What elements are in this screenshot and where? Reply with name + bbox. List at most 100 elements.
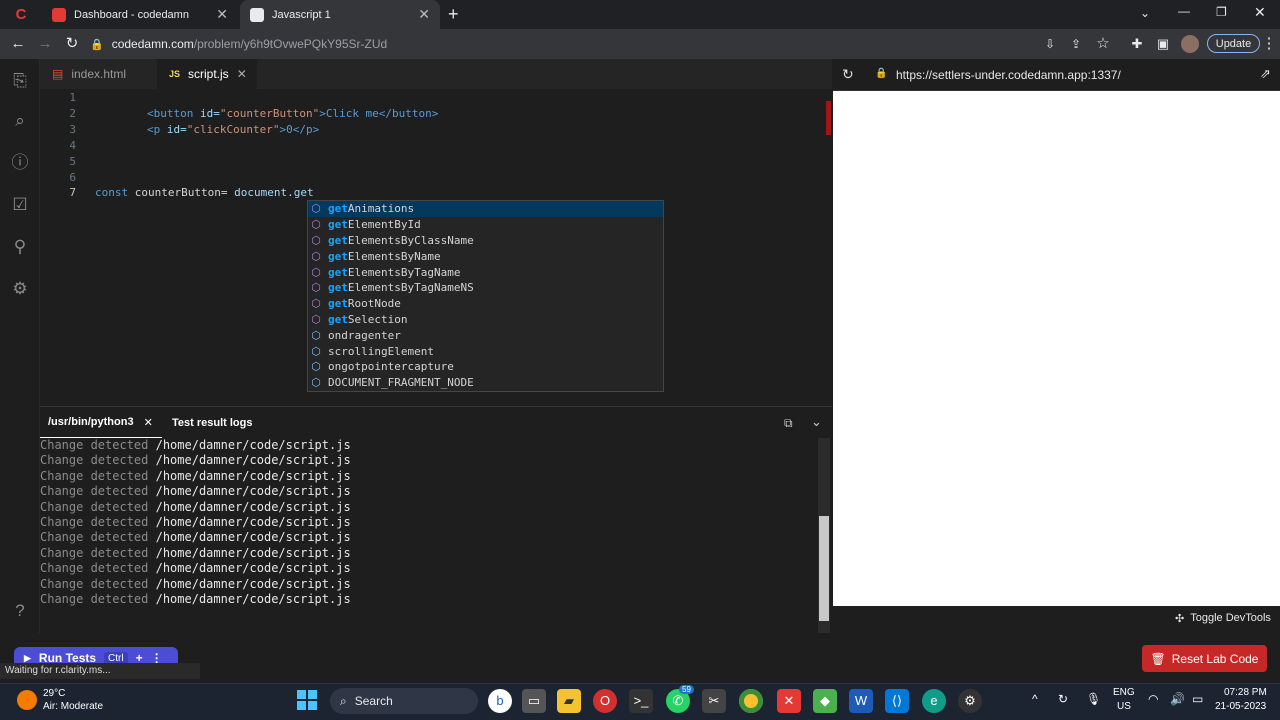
bookmark-star-icon[interactable]: ☆ (1092, 33, 1114, 55)
attr-value: "clickCounter" (186, 123, 280, 136)
update-button[interactable]: Update (1207, 34, 1260, 53)
sync-icon[interactable]: ↻ (1058, 692, 1068, 706)
github-desktop-icon[interactable]: ⚙ (958, 689, 982, 713)
tab-search-icon[interactable]: ⌄ (1140, 6, 1150, 20)
lock-icon: 🔒 (875, 68, 888, 79)
autocomplete-popup[interactable]: ⬡ getAnimations ⬡ getElementById ⬡ getElement… (307, 200, 664, 392)
profile-avatar[interactable] (1181, 35, 1199, 53)
preview-frame[interactable] (833, 91, 1280, 606)
suggestion-item[interactable]: ⬡ ongotpointercapture (308, 359, 663, 375)
tab-script-js[interactable]: JS script.js ✕ (157, 59, 257, 89)
tag-open: <button (147, 107, 200, 120)
close-window-icon[interactable]: ✕ (1254, 4, 1266, 21)
wifi-icon[interactable]: ◠ (1148, 692, 1158, 706)
language-region[interactable]: US (1117, 701, 1131, 712)
settings-gear-icon[interactable]: ⚙ (9, 278, 31, 300)
microphone-icon[interactable]: 🎙 (1086, 692, 1101, 706)
file-explorer-icon[interactable]: ▰ (557, 689, 581, 713)
checklist-icon[interactable]: ☑ (9, 194, 31, 216)
windows-start-icon[interactable] (297, 690, 317, 710)
vscode-icon[interactable]: ⟨⟩ (885, 689, 909, 713)
suggestion-item[interactable]: ⬡ getAnimations (308, 201, 663, 217)
suggestion-item[interactable]: ⬡ getElementsByTagName (308, 264, 663, 280)
suggestion-item[interactable]: ⬡ getSelection (308, 312, 663, 328)
new-tab-button[interactable]: + (448, 4, 459, 25)
show-hidden-icons-chevron-up-icon[interactable]: ^ (1032, 692, 1038, 706)
snipping-tool-icon[interactable]: ✂ (702, 689, 726, 713)
reload-icon[interactable]: ↻ (61, 33, 83, 55)
browser-tab-javascript[interactable]: Javascript 1 ✕ (240, 0, 440, 29)
chevron-down-icon[interactable]: ⌄ (811, 414, 822, 430)
help-icon[interactable]: ? (9, 600, 31, 622)
suggestion-label: getElementsByClassName (328, 233, 474, 247)
terminal-scrollbar[interactable] (818, 438, 830, 633)
suggestion-item[interactable]: ⬡ ondragenter (308, 327, 663, 343)
terminal-app-icon[interactable]: >_ (629, 689, 653, 713)
menu-kebab-icon[interactable]: ⋮ (1258, 33, 1280, 55)
variable: counterButton= (128, 186, 228, 199)
tab-python-terminal[interactable]: /usr/bin/python3 ✕ (40, 407, 162, 439)
language-code[interactable]: ENG (1113, 687, 1135, 698)
terminal-output[interactable]: Change detected /home/damner/code/script… (40, 438, 818, 633)
volume-icon[interactable]: 🔊 (1170, 692, 1185, 706)
close-tab-icon[interactable]: ✕ (144, 416, 153, 429)
files-icon[interactable]: ⎘ (9, 70, 31, 92)
reset-lab-code-button[interactable]: 🗑 Reset Lab Code (1142, 645, 1267, 672)
terminal-layout-icon[interactable]: ⧉ (784, 416, 793, 431)
clock-date[interactable]: 21-05-2023 (1215, 701, 1266, 712)
method-icon: ⬡ (311, 312, 321, 326)
assistant-icon[interactable]: ⚲ (9, 236, 31, 258)
extensions-icon[interactable]: ✚ (1126, 33, 1148, 55)
task-view-icon[interactable]: ▭ (522, 689, 546, 713)
chrome-icon[interactable] (739, 689, 763, 713)
line-number: 5 (69, 155, 76, 168)
git-icon[interactable]: ◆ (813, 689, 837, 713)
opera-icon[interactable]: O (593, 689, 617, 713)
back-icon[interactable]: ← (7, 33, 29, 55)
bing-icon[interactable]: b (488, 689, 512, 713)
search-icon[interactable]: ⌕ (9, 110, 31, 132)
suggestion-label: getAnimations (328, 202, 415, 216)
tools-icon: ✣ (1175, 613, 1185, 625)
preview-url[interactable]: https://settlers-under.codedamn.app:1337… (896, 68, 1121, 82)
toggle-devtools-button[interactable]: ✣ Toggle DevTools (1175, 612, 1271, 625)
weather-desc[interactable]: Air: Moderate (43, 701, 103, 712)
suggestion-item[interactable]: ⬡ getElementsByClassName (308, 233, 663, 249)
suggestion-item[interactable]: ⬡ DOCUMENT_FRAGMENT_NODE (308, 375, 663, 391)
url-bar[interactable]: 🔒 codedamn.com/problem/y6h9tOvwePQkY95Sr… (90, 33, 1030, 55)
browser-tab-strip: C Dashboard - codedamn ✕ Javascript 1 ✕ … (0, 0, 1280, 29)
close-tab-icon[interactable]: ✕ (237, 67, 247, 81)
weather-icon[interactable] (17, 690, 37, 710)
line-number: 1 (69, 91, 76, 104)
field-icon: ⬡ (311, 376, 321, 390)
xmind-icon[interactable]: ✕ (777, 689, 801, 713)
close-tab-icon[interactable]: ✕ (418, 6, 430, 23)
clock-time[interactable]: 07:28 PM (1224, 687, 1267, 698)
codedamn-favicon-icon (52, 7, 66, 22)
tab-index-html[interactable]: ▤ index.html (40, 59, 155, 89)
maximize-icon[interactable]: ❐ (1216, 5, 1227, 19)
suggestion-label: getElementsByName (328, 249, 441, 263)
edge-icon[interactable]: e (922, 689, 946, 713)
sidepanel-icon[interactable]: ▣ (1152, 33, 1174, 55)
weather-temp[interactable]: 29°C (43, 688, 65, 699)
scroll-thumb[interactable] (819, 516, 829, 621)
suggestion-item[interactable]: ⬡ getElementsByName (308, 248, 663, 264)
browser-tab-dashboard[interactable]: Dashboard - codedamn ✕ (42, 0, 238, 29)
open-external-icon[interactable]: ⇗ (1260, 66, 1271, 82)
forward-icon[interactable]: → (34, 33, 56, 55)
word-icon[interactable]: W (849, 689, 873, 713)
close-tab-icon[interactable]: ✕ (216, 6, 228, 23)
install-icon[interactable]: ⇩ (1039, 33, 1061, 55)
suggestion-item[interactable]: ⬡ getRootNode (308, 296, 663, 312)
suggestion-item[interactable]: ⬡ scrollingElement (308, 343, 663, 359)
minimize-icon[interactable]: — (1178, 4, 1190, 18)
suggestion-item[interactable]: ⬡ getElementById (308, 217, 663, 233)
tab-test-result-logs[interactable]: Test result logs (164, 407, 260, 439)
share-icon[interactable]: ⇪ (1065, 33, 1087, 55)
info-icon[interactable]: ⓘ (9, 152, 31, 174)
battery-icon[interactable]: ▭ (1192, 692, 1203, 706)
refresh-preview-icon[interactable]: ↻ (842, 66, 854, 83)
taskbar-search[interactable]: ⌕ Search (330, 688, 478, 714)
suggestion-item[interactable]: ⬡ getElementsByTagNameNS (308, 280, 663, 296)
